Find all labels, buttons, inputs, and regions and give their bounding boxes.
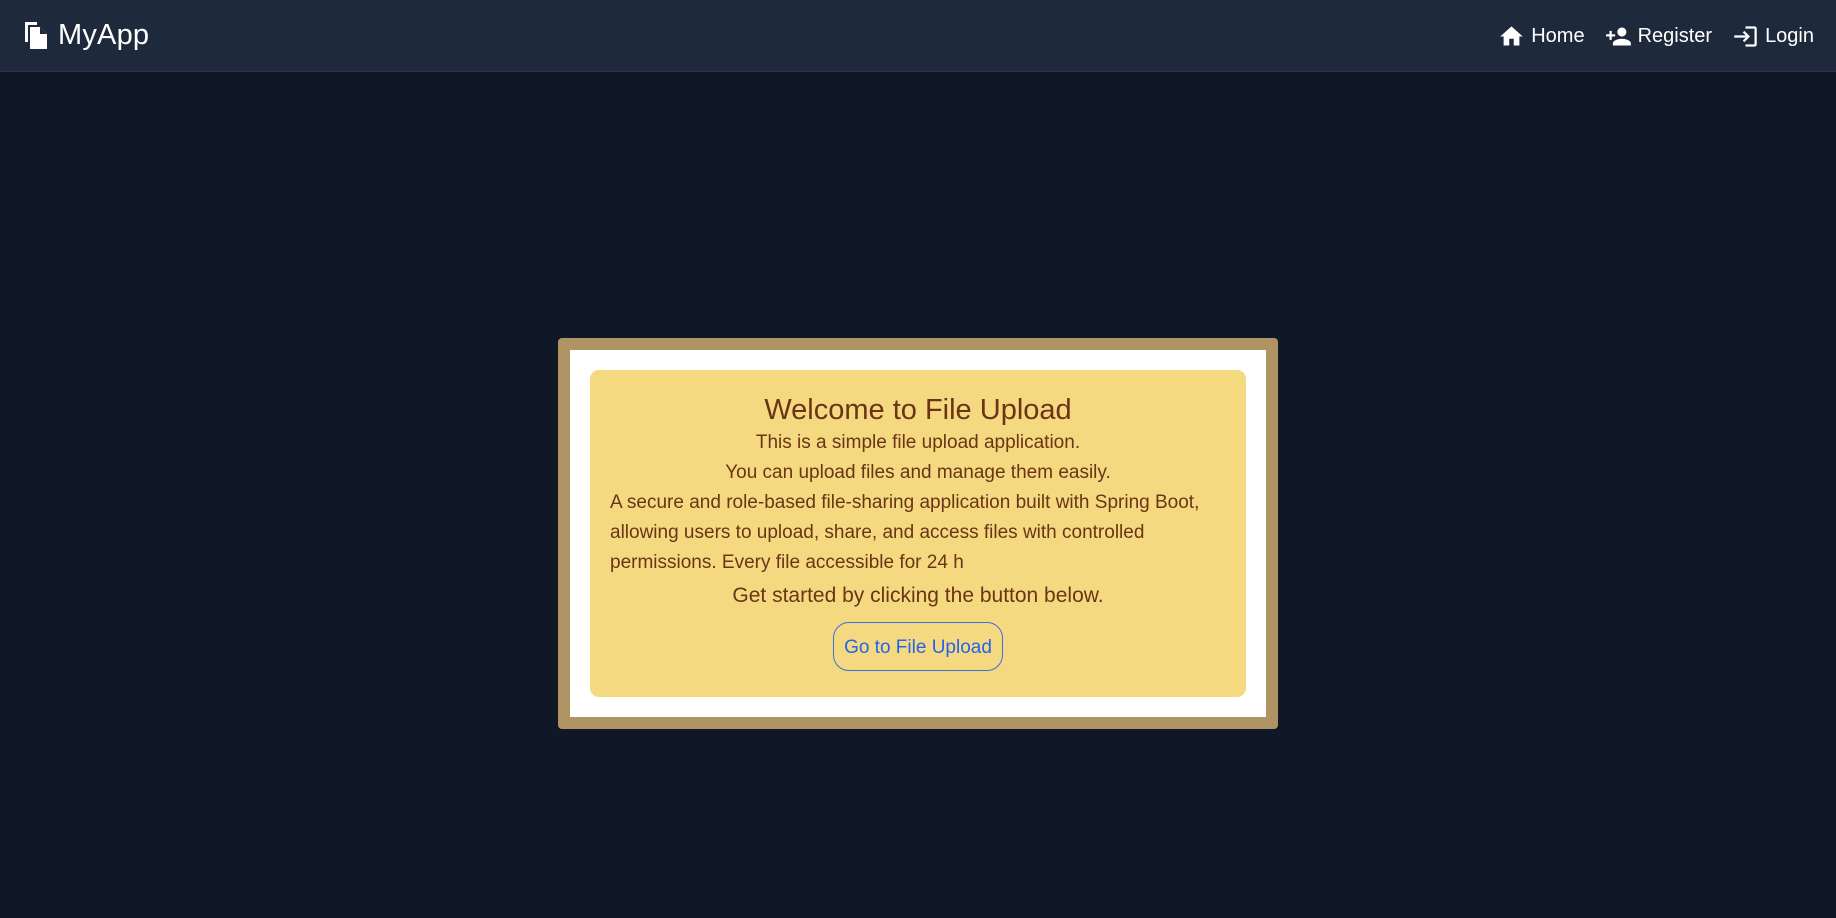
- welcome-title: Welcome to File Upload: [764, 394, 1072, 426]
- nav-links: Home Register Login: [1478, 0, 1814, 72]
- brand-link[interactable]: MyApp: [22, 17, 149, 53]
- welcome-frame-inner: Welcome to File Upload This is a simple …: [570, 350, 1266, 717]
- welcome-card: Welcome to File Upload This is a simple …: [590, 370, 1246, 697]
- call-to-action: Get started by clicking the button below…: [732, 584, 1104, 607]
- home-icon: [1498, 23, 1525, 50]
- nav-home[interactable]: Home: [1498, 23, 1585, 50]
- brand-name: MyApp: [58, 18, 150, 51]
- nav-register-label: Register: [1637, 24, 1713, 47]
- navbar: MyApp Home Register Login: [0, 0, 1836, 72]
- go-to-file-upload-button[interactable]: Go to File Upload: [833, 622, 1003, 671]
- intro-line-2: You can upload files and manage them eas…: [725, 462, 1111, 483]
- nav-register[interactable]: Register: [1605, 23, 1712, 50]
- welcome-frame: Welcome to File Upload This is a simple …: [558, 338, 1278, 729]
- files-icon: [22, 20, 50, 50]
- nav-home-label: Home: [1531, 24, 1585, 47]
- nav-login[interactable]: Login: [1732, 23, 1814, 50]
- nav-login-label: Login: [1765, 24, 1814, 47]
- intro-line-1: This is a simple file upload application…: [755, 432, 1081, 453]
- login-icon: [1732, 23, 1759, 50]
- app-description: A secure and role-based file-sharing app…: [610, 492, 1200, 573]
- person-add-icon: [1605, 23, 1632, 50]
